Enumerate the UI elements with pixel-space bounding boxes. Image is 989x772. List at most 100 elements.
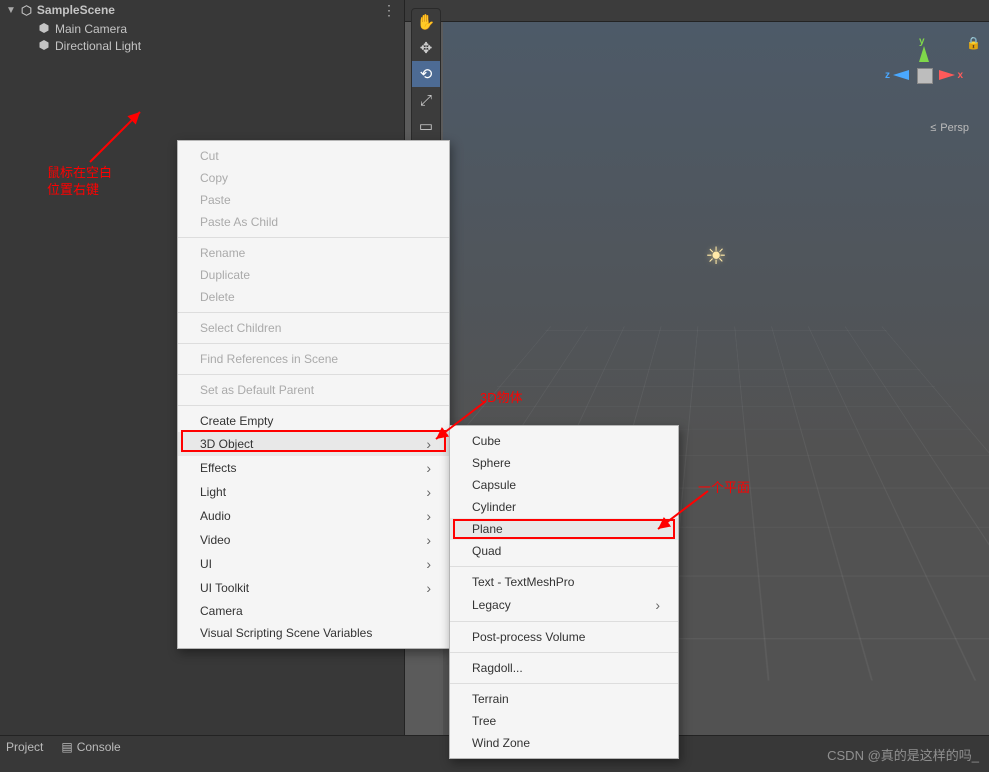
ctx-main-item-select-children: Select Children [178,317,449,339]
menu-separator [178,237,449,238]
ctx-sub-item-text-textmeshpro[interactable]: Text - TextMeshPro [450,571,678,593]
gameobject-icon [38,22,51,35]
hierarchy-item-label: Directional Light [55,39,141,53]
menu-item-label: Rename [200,246,245,260]
menu-item-label: Legacy [472,598,511,612]
menu-item-label: UI Toolkit [200,581,249,595]
context-menu-3d-object[interactable]: Cube Sphere CapsuleCylinderPlane Quad Text -… [449,425,679,759]
ctx-sub-item-cylinder[interactable]: Cylinder [450,496,678,518]
menu-separator [450,566,678,567]
menu-item-label: Find References in Scene [200,352,338,366]
ctx-main-item-light[interactable]: Light [178,480,449,504]
ctx-sub-item-sphere[interactable]: Sphere [450,452,678,474]
menu-item-label: Visual Scripting Scene Variables [200,626,372,640]
ctx-main-item-visual-scripting-scene-variables[interactable]: Visual Scripting Scene Variables [178,622,449,644]
menu-item-label: Paste [200,193,231,207]
persp-label[interactable]: Persp [930,122,969,134]
menu-separator [450,621,678,622]
ctx-main-item-audio[interactable]: Audio [178,504,449,528]
gizmo-z-label: z [885,70,890,81]
ctx-main-item-paste-as-child: Paste As Child [178,211,449,233]
ctx-sub-item-legacy[interactable]: Legacy [450,593,678,617]
gameobject-icon [38,39,51,52]
gizmo-x-cone-icon[interactable] [939,70,955,80]
gizmo-z-cone-icon[interactable] [893,70,909,80]
menu-item-label: Effects [200,461,236,475]
menu-item-label: Set as Default Parent [200,383,314,397]
ctx-sub-item-quad[interactable]: Quad [450,540,678,562]
ctx-main-item-copy: Copy [178,167,449,189]
orientation-gizmo[interactable]: y x z [889,40,959,110]
unity-scene-icon [20,4,33,17]
scene-toolbar[interactable] [405,0,989,22]
rotate-tool-button[interactable]: ⟲ [412,61,440,87]
scale-tool-button[interactable]: ⤢ [412,87,440,113]
ctx-main-item-camera[interactable]: Camera [178,600,449,622]
ctx-sub-item-tree[interactable]: Tree [450,710,678,732]
move-tool-button[interactable]: ✥ [412,35,440,61]
annotation-text-plane: 一个平面 [698,480,750,497]
menu-item-label: Audio [200,509,231,523]
ctx-main-item-video[interactable]: Video [178,528,449,552]
ctx-sub-item-plane[interactable]: Plane [450,518,678,540]
menu-item-label: Sphere [472,456,511,470]
ctx-main-item-paste: Paste [178,189,449,211]
scene-name: SampleScene [37,3,115,17]
ctx-sub-item-terrain[interactable]: Terrain [450,688,678,710]
ctx-main-item-ui[interactable]: UI [178,552,449,576]
ctx-sub-item-capsule[interactable]: Capsule [450,474,678,496]
tab-console[interactable]: ▤ Console [61,740,120,754]
hierarchy-children: Main Camera Directional Light [0,20,404,54]
menu-item-label: UI [200,557,212,571]
annotation-text-rightclick: 鼠标在空白 位置右键 [47,165,127,199]
menu-item-label: Paste As Child [200,215,278,229]
gizmo-y-label: y [919,36,925,47]
ctx-sub-item-wind-zone[interactable]: Wind Zone [450,732,678,754]
annotation-text-3d-object: 3D物体 [480,390,523,407]
context-menu-main[interactable]: CutCopyPastePaste As ChildRenameDuplicat… [177,140,450,649]
menu-item-label: Text - TextMeshPro [472,575,574,589]
ctx-main-item-set-as-default-parent: Set as Default Parent [178,379,449,401]
hierarchy-item-main-camera[interactable]: Main Camera [38,20,404,37]
menu-item-label: Video [200,533,230,547]
app-root: ▼ SampleScene Main Camera Directional Li… [0,0,989,772]
gizmo-cube[interactable] [917,68,933,84]
menu-item-label: Quad [472,544,501,558]
tab-label: Project [6,740,43,754]
menu-separator [178,343,449,344]
menu-item-label: Cube [472,434,501,448]
ctx-main-item-create-empty[interactable]: Create Empty [178,410,449,432]
menu-item-label: Light [200,485,226,499]
ctx-main-item-effects[interactable]: Effects [178,456,449,480]
ctx-main-item-3d-object[interactable]: 3D Object [178,432,449,456]
gizmo-x-label: x [957,70,963,81]
menu-item-label: Delete [200,290,235,304]
foldout-arrow-icon[interactable]: ▼ [6,5,16,16]
watermark: CSDN @真的是这样的吗_ [827,745,979,764]
panel-menu-icon[interactable]: ⋮ [382,2,396,19]
menu-separator [450,652,678,653]
ctx-main-item-delete: Delete [178,286,449,308]
sun-gizmo-icon[interactable]: ☀ [705,242,727,271]
menu-item-label: Create Empty [200,414,273,428]
tab-label: Console [77,740,121,754]
ctx-sub-item-post-process-volume[interactable]: Post-process Volume [450,626,678,648]
ctx-main-item-duplicate: Duplicate [178,264,449,286]
console-icon: ▤ [61,740,72,754]
ctx-main-item-ui-toolkit[interactable]: UI Toolkit [178,576,449,600]
hand-tool-button[interactable]: ✋ [412,9,440,35]
menu-separator [178,312,449,313]
menu-item-label: Ragdoll... [472,661,523,675]
menu-item-label: Tree [472,714,496,728]
menu-item-label: 3D Object [200,437,253,451]
menu-separator [178,374,449,375]
menu-item-label: Post-process Volume [472,630,585,644]
scene-row[interactable]: ▼ SampleScene [0,0,404,20]
hierarchy-item-directional-light[interactable]: Directional Light [38,37,404,54]
lock-icon[interactable]: 🔒 [966,36,981,50]
tab-project[interactable]: Project [6,740,43,754]
ctx-sub-item-cube[interactable]: Cube [450,430,678,452]
gizmo-y-cone-icon[interactable] [919,46,929,62]
ctx-sub-item-ragdoll-[interactable]: Ragdoll... [450,657,678,679]
rect-tool-button[interactable]: ▭ [412,113,440,139]
